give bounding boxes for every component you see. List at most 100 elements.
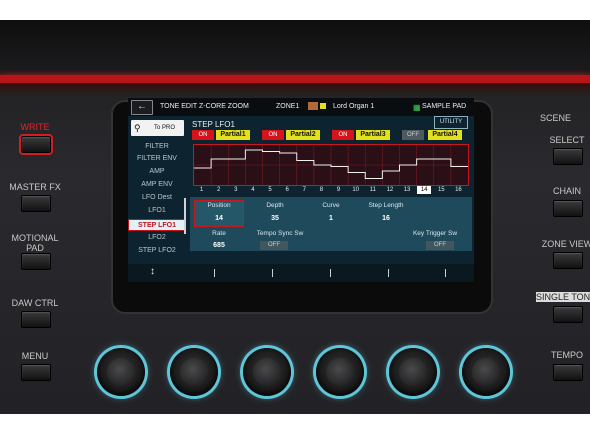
motional-pad-label: MOTIONAL PAD [11, 233, 59, 253]
partial4-on-switch[interactable]: OFF [402, 130, 424, 140]
zone-view-label: ZONE VIEW [541, 239, 590, 249]
sidebar-item-filter-env[interactable]: FILTER ENV [128, 153, 186, 165]
tempo-sync-switch[interactable]: OFF [260, 241, 288, 250]
chain-button[interactable] [553, 200, 583, 217]
key-trigger-switch[interactable]: OFF [426, 241, 454, 250]
sample-pad-grid-icon: ▦ [413, 103, 421, 112]
step-number[interactable]: 13 [400, 186, 414, 194]
soft-button-bar: ↕ [128, 264, 474, 282]
partial3-on-switch[interactable]: ON [332, 130, 354, 140]
soft-divider [388, 269, 389, 277]
chain-label: CHAIN [552, 186, 581, 196]
tempo-button[interactable] [553, 364, 583, 381]
zoom-search-icon: ⚲ [134, 123, 141, 133]
partial2-tab[interactable]: Partial2 [286, 130, 320, 140]
partial3-tab[interactable]: Partial3 [356, 130, 390, 140]
sidebar-item-step-lfo2[interactable]: STEP LFO2 [128, 245, 186, 257]
utility-button[interactable]: UTILITY [434, 116, 468, 129]
curve-label: Curve [322, 202, 340, 209]
single-tone-button[interactable] [553, 306, 583, 323]
write-button[interactable] [19, 134, 53, 155]
daw-ctrl-label: DAW CTRL [11, 298, 59, 308]
organ-icon [308, 102, 318, 110]
sidebar-menu: ⚲ To PRO FILTER FILTER ENV AMP AMP ENV L… [128, 120, 186, 282]
step-number[interactable]: 1 [195, 186, 209, 194]
sidebar-item-amp-env[interactable]: AMP ENV [128, 179, 186, 191]
step-number[interactable]: 14 [417, 186, 432, 194]
menu-button[interactable] [21, 364, 51, 381]
step-number[interactable]: 7 [297, 186, 311, 194]
knob-3[interactable] [243, 348, 291, 396]
screen-header: ← TONE EDIT Z-CORE ZOOM ZONE1 Lord Organ… [128, 98, 474, 116]
write-label: WRITE [20, 122, 50, 132]
back-arrow-icon[interactable]: ← [131, 100, 153, 115]
position-label: Position [207, 202, 231, 209]
knob-1[interactable] [97, 348, 145, 396]
sample-pad-label[interactable]: SAMPLE PAD [422, 103, 466, 110]
step-number[interactable]: 3 [229, 186, 243, 194]
sidebar-item-filter[interactable]: FILTER [128, 141, 186, 153]
master-fx-button[interactable] [21, 195, 51, 212]
sidebar-item-lfo2[interactable]: LFO2 [128, 232, 186, 244]
soft-divider [214, 269, 215, 277]
sidebar-item-step-lfo1[interactable]: STEP LFO1 [128, 219, 186, 231]
top-panel [0, 20, 590, 76]
partial4-tab[interactable]: Partial4 [428, 130, 462, 140]
rate-value[interactable]: 685 [194, 242, 244, 249]
scene-label: SCENE [540, 113, 572, 123]
step-lfo-graph[interactable] [193, 144, 469, 186]
to-pro-button[interactable]: ⚲ To PRO [131, 120, 184, 136]
rate-label: Rate [212, 230, 226, 237]
sidebar-scrollbar[interactable] [184, 198, 186, 234]
partial2-on-switch[interactable]: ON [262, 130, 284, 140]
step-number[interactable]: 10 [349, 186, 363, 194]
daw-ctrl-button[interactable] [21, 311, 51, 328]
tempo-label: TEMPO [550, 350, 583, 360]
sidebar-item-amp[interactable]: AMP [128, 166, 186, 178]
zone-label: ZONE1 [276, 103, 300, 110]
step-number[interactable]: 4 [246, 186, 260, 194]
tone-name[interactable]: Lord Organ 1 [333, 103, 374, 110]
parameter-panel: Position 14 Depth 35 Curve 1 Step Length… [190, 197, 472, 251]
knob-2[interactable] [170, 348, 218, 396]
up-down-arrow-icon[interactable]: ↕ [150, 266, 155, 277]
zone-view-button[interactable] [553, 252, 583, 269]
step-number-row: 1 2 3 4 5 6 7 8 9 10 11 12 13 14 15 16 [193, 186, 467, 195]
soft-divider [445, 269, 446, 277]
knob-6[interactable] [462, 348, 510, 396]
step-number[interactable]: 12 [383, 186, 397, 194]
step-number[interactable]: 16 [451, 186, 465, 194]
mode-title: TONE EDIT Z-CORE ZOOM [160, 103, 249, 110]
partial-switches: ON Partial1 ON Partial2 ON Partial3 OFF … [190, 130, 472, 140]
step-number[interactable]: 11 [366, 186, 380, 194]
soft-divider [272, 269, 273, 277]
step-number[interactable]: 9 [332, 186, 346, 194]
step-length-label: Step Length [368, 202, 404, 209]
sidebar-item-lfo-dest[interactable]: LFO Dest [128, 192, 186, 204]
knob-4[interactable] [316, 348, 364, 396]
red-accent-stripe [0, 75, 590, 83]
tone-category-icon [320, 103, 326, 109]
to-pro-label: To PRO [154, 125, 176, 131]
red-accent-shadow [0, 83, 590, 95]
tempo-sync-label: Tempo Sync Sw [256, 230, 304, 237]
curve-value[interactable]: 1 [306, 215, 356, 222]
step-number[interactable]: 5 [263, 186, 277, 194]
position-value[interactable]: 14 [194, 215, 244, 222]
depth-value[interactable]: 35 [250, 215, 300, 222]
key-trigger-label: Key Trigger Sw [412, 230, 458, 237]
knob-5[interactable] [389, 348, 437, 396]
motional-pad-button[interactable] [21, 253, 51, 270]
select-button[interactable] [553, 148, 583, 165]
step-lfo-panel: STEP LFO1 UTILITY ON Partial1 ON Partial… [190, 116, 472, 260]
partial1-tab[interactable]: Partial1 [216, 130, 250, 140]
step-number[interactable]: 15 [434, 186, 448, 194]
partial1-on-switch[interactable]: ON [192, 130, 214, 140]
menu-label: MENU [21, 351, 49, 361]
sidebar-item-lfo1[interactable]: LFO1 [128, 205, 186, 217]
step-length-value[interactable]: 16 [356, 215, 416, 222]
step-number[interactable]: 8 [314, 186, 328, 194]
single-tone-label: SINGLE TON [536, 292, 590, 302]
step-number[interactable]: 2 [212, 186, 226, 194]
step-number[interactable]: 6 [280, 186, 294, 194]
